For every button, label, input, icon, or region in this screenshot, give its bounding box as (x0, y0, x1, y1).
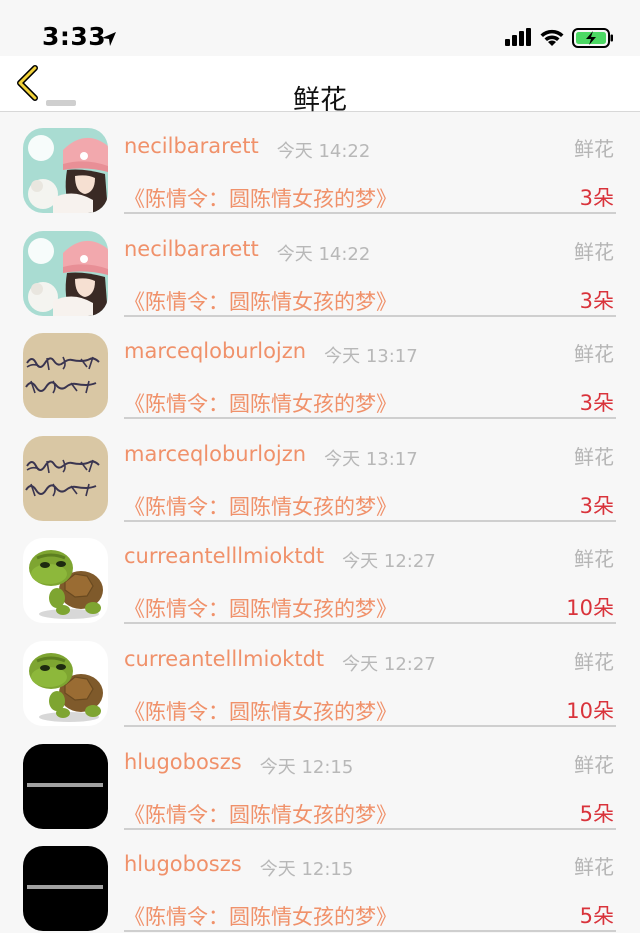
username[interactable]: curreantelllmioktdt (124, 544, 324, 568)
song-title-link[interactable]: 《陈情令：圆陈情女孩的梦》 (124, 183, 397, 213)
song-title-link[interactable]: 《陈情令：圆陈情女孩的梦》 (124, 388, 397, 418)
turtle-photo-icon (23, 640, 108, 726)
girl-hat-photo-icon (23, 128, 108, 213)
list-item-1[interactable]: necilbararett 今天 14:22 鲜花 《陈情令：圆陈情女孩的梦》 … (0, 112, 640, 215)
gift-type: 鲜花 (574, 547, 614, 572)
status-bar: 3:33 (0, 0, 640, 56)
list-item-3[interactable]: marceqloburlojzn 今天 13:17 鲜花 《陈情令：圆陈情女孩的… (0, 317, 640, 420)
gift-type: 鲜花 (574, 342, 614, 367)
song-title-link[interactable]: 《陈情令：圆陈情女孩的梦》 (124, 593, 397, 623)
timestamp: 今天 12:15 (259, 756, 354, 778)
list-item-2[interactable]: necilbararett 今天 14:22 鲜花 《陈情令：圆陈情女孩的梦》 … (0, 215, 640, 318)
location-arrow-icon (102, 32, 116, 46)
song-title-link[interactable]: 《陈情令：圆陈情女孩的梦》 (124, 799, 397, 829)
gift-type: 鲜花 (574, 649, 614, 674)
black-text-photo-icon (23, 743, 108, 829)
timestamp: 今天 13:17 (324, 448, 418, 470)
avatar[interactable] (23, 640, 108, 726)
wifi-icon (540, 29, 564, 46)
divider (124, 930, 616, 933)
avatar[interactable] (23, 333, 108, 419)
flower-gift-list[interactable]: necilbararett 今天 14:22 鲜花 《陈情令：圆陈情女孩的梦》 … (0, 112, 640, 933)
list-item-7[interactable]: hlugoboszs 今天 12:15 鲜花 《陈情令：圆陈情女孩的梦》 5朵 (0, 728, 640, 831)
username[interactable]: curreantelllmioktdt (124, 647, 324, 671)
battery-charging-icon (572, 28, 613, 48)
gift-type: 鲜花 (574, 752, 614, 777)
flower-count: 10朵 (566, 698, 614, 723)
timestamp: 今天 13:17 (324, 346, 418, 368)
gift-type: 鲜花 (574, 855, 614, 880)
status-time: 3:33 (42, 22, 107, 51)
avatar[interactable] (23, 743, 108, 829)
timestamp: 今天 12:27 (342, 551, 436, 573)
username[interactable]: marceqloburlojzn (124, 339, 306, 363)
avatar[interactable] (23, 538, 108, 624)
list-item-6[interactable]: curreantelllmioktdt 今天 12:27 鲜花 《陈情令：圆陈情… (0, 625, 640, 728)
timestamp: 今天 14:22 (276, 243, 371, 265)
song-title-link[interactable]: 《陈情令：圆陈情女孩的梦》 (124, 286, 397, 316)
timestamp: 今天 12:15 (259, 859, 354, 881)
flower-count: 3朵 (579, 493, 614, 518)
username[interactable]: hlugoboszs (124, 852, 242, 876)
navigation-bar: 鲜花 (0, 56, 640, 116)
flower-count: 3朵 (579, 186, 614, 210)
timestamp: 今天 14:22 (276, 141, 371, 162)
username[interactable]: necilbararett (124, 134, 259, 158)
flower-count: 5朵 (579, 801, 614, 826)
avatar[interactable] (23, 128, 108, 213)
username[interactable]: hlugoboszs (124, 750, 242, 774)
username[interactable]: necilbararett (124, 237, 259, 261)
girl-hat-photo-icon (23, 230, 108, 316)
timestamp: 今天 12:27 (342, 653, 436, 675)
song-title-link[interactable]: 《陈情令：圆陈情女孩的梦》 (124, 901, 397, 931)
list-item-4[interactable]: marceqloburlojzn 今天 13:17 鲜花 《陈情令：圆陈情女孩的… (0, 420, 640, 523)
list-item-8[interactable]: hlugoboszs 今天 12:15 鲜花 《陈情令：圆陈情女孩的梦》 5朵 (0, 830, 640, 933)
gift-type: 鲜花 (574, 444, 614, 469)
flower-count: 10朵 (566, 596, 614, 621)
handwriting-photo-icon (23, 435, 108, 521)
song-title-link[interactable]: 《陈情令：圆陈情女孩的梦》 (124, 491, 397, 521)
username[interactable]: marceqloburlojzn (124, 442, 306, 466)
flower-count: 3朵 (579, 288, 614, 313)
turtle-photo-icon (23, 538, 108, 624)
song-title-link[interactable]: 《陈情令：圆陈情女孩的梦》 (124, 696, 397, 726)
cellular-signal-icon (505, 28, 531, 46)
avatar[interactable] (23, 435, 108, 521)
gift-type: 鲜花 (574, 239, 614, 264)
gift-type: 鲜花 (574, 137, 614, 161)
avatar[interactable] (23, 846, 108, 932)
handwriting-photo-icon (23, 333, 108, 419)
flower-count: 5朵 (579, 904, 614, 929)
flower-count: 3朵 (579, 391, 614, 416)
list-item-5[interactable]: curreantelllmioktdt 今天 12:27 鲜花 《陈情令：圆陈情… (0, 522, 640, 625)
avatar[interactable] (23, 230, 108, 316)
black-text-photo-icon (23, 846, 108, 932)
